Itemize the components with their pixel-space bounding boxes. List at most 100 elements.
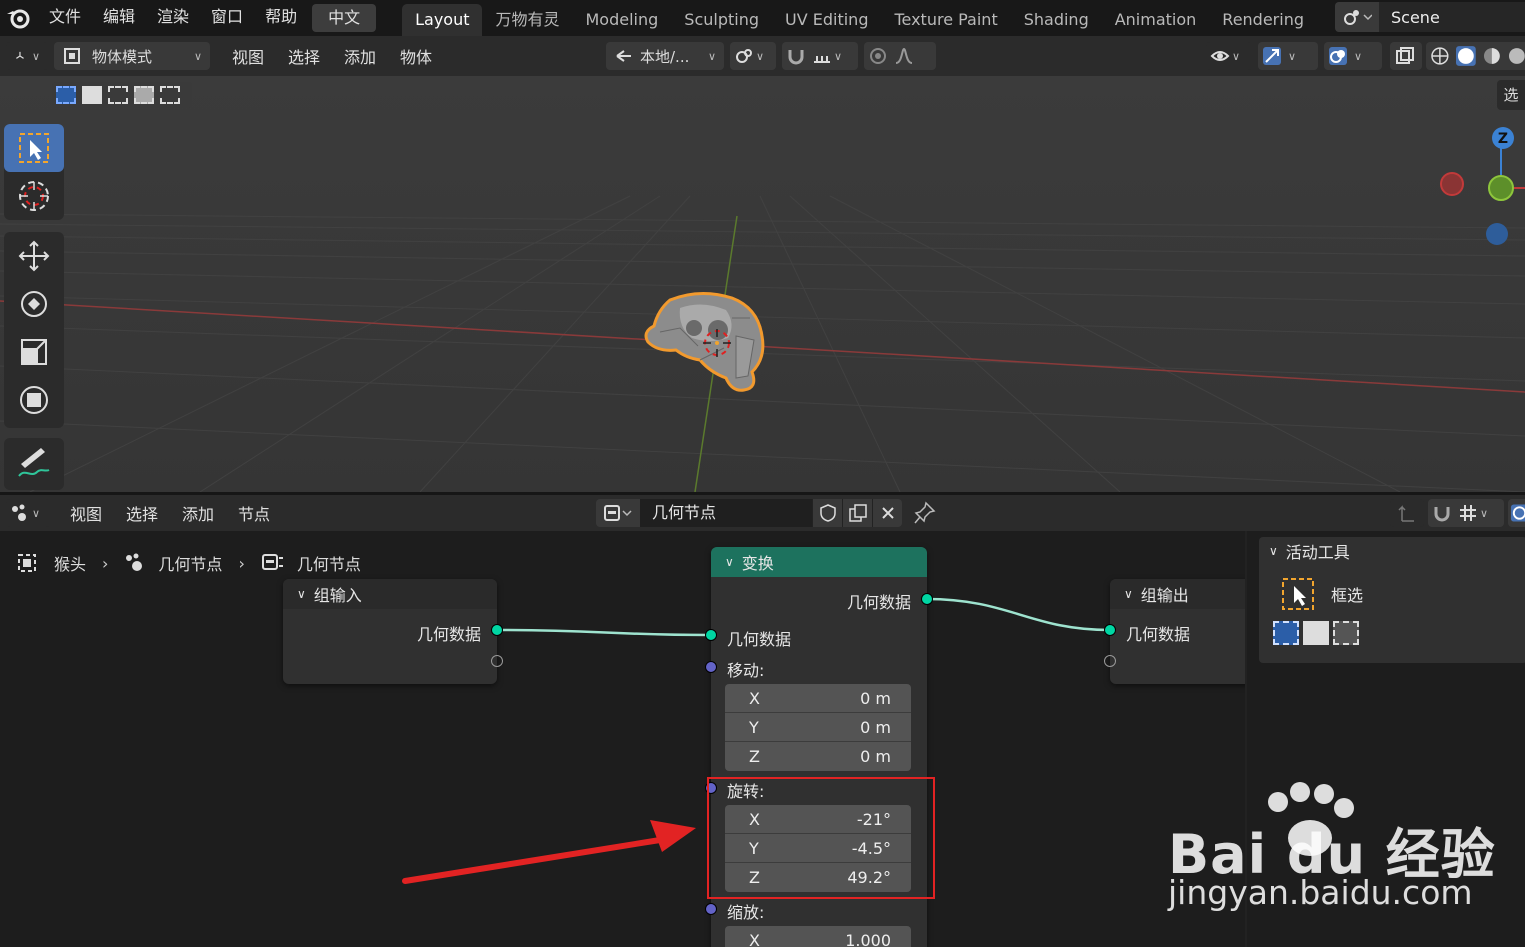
blender-logo-icon[interactable] [4,4,32,32]
xray-toggle[interactable] [1390,42,1422,70]
axis-y-icon[interactable] [1488,175,1514,201]
tab-modeling[interactable]: Modeling [573,4,672,36]
tool-rotate[interactable] [4,280,64,328]
translation-socket[interactable] [705,661,717,673]
overlay-icon [1510,504,1525,522]
menu-window[interactable]: 窗口 [200,0,254,36]
select-extend-icon[interactable] [82,86,102,104]
shading-modes[interactable] [1426,42,1525,70]
transform-header[interactable]: ∨ 变换 [711,547,927,577]
gizmo-toggle[interactable]: ∨ [1258,42,1318,70]
tool-move[interactable] [4,232,64,280]
group-input-node[interactable]: ∨ 组输入 几何数据 [283,579,503,684]
parent-node-tree-button[interactable] [1390,499,1424,527]
group-output-empty-socket[interactable] [1104,655,1116,667]
link-input-to-transform[interactable] [496,628,712,637]
translation-z-field[interactable]: Z 0 m [725,742,911,771]
chevron-down-icon: ∨ [31,49,40,63]
menu-object[interactable]: 物体 [388,44,444,68]
transform-output-geometry-socket[interactable] [921,593,933,605]
tab-uv-editing[interactable]: UV Editing [772,4,881,36]
node-menu-view[interactable]: 视图 [58,501,114,525]
tool-scale[interactable] [4,328,64,376]
select-new-icon[interactable] [56,86,76,104]
link-transform-to-output[interactable] [925,597,1111,632]
scale-socket[interactable] [705,903,717,915]
tab-texture-paint[interactable]: Texture Paint [881,4,1010,36]
menu-add[interactable]: 添加 [332,44,388,68]
tab-shading[interactable]: Shading [1011,4,1102,36]
menu-view[interactable]: 视图 [220,44,276,68]
group-input-header[interactable]: ∨ 组输入 [283,579,497,609]
editor-type-button[interactable]: ∨ [6,42,48,70]
wireframe-shading-icon[interactable] [1430,46,1450,66]
translation-x-field[interactable]: X 0 m [725,684,911,713]
group-input-geometry-socket[interactable] [491,624,503,636]
scene-icon[interactable] [1335,2,1379,32]
node-tree-name-input[interactable]: 几何节点 [640,499,812,527]
select-subtract-icon[interactable] [108,86,128,104]
node-overlay-toggle[interactable] [1508,499,1525,527]
menu-file[interactable]: 文件 [38,0,92,36]
solid-shading-icon[interactable] [1455,46,1476,66]
fake-user-button[interactable] [812,499,842,527]
duplicate-tree-button[interactable] [842,499,872,527]
node-editor-type-button[interactable]: ∨ [6,499,50,527]
tab-rendering[interactable]: Rendering [1209,4,1317,36]
node-tree-browse-button[interactable] [596,499,640,527]
transform-orientation-dropdown[interactable]: 本地/... ∨ [606,42,724,70]
scale-x-field[interactable]: X 1.000 [725,926,911,947]
select-intersect-icon[interactable] [160,86,180,104]
tab-layout[interactable]: Layout [402,4,483,36]
translation-y-field[interactable]: Y 0 m [725,713,911,742]
group-output-header[interactable]: ∨ 组输出 [1110,579,1245,609]
tab-sculpting[interactable]: Sculpting [671,4,772,36]
pivot-dropdown[interactable]: ∨ [730,42,776,70]
select-invert-icon[interactable] [134,86,154,104]
node-menu-select[interactable]: 选择 [114,501,170,525]
tab-animation[interactable]: Animation [1102,4,1210,36]
node-snap-toggle[interactable]: ∨ [1428,499,1504,527]
proportional-edit-toggle[interactable] [864,42,936,70]
axis-neg-z-icon[interactable] [1486,223,1508,245]
group-input-empty-socket[interactable] [491,655,503,667]
collapse-chevron-icon[interactable]: ∨ [1269,544,1278,558]
group-output-node[interactable]: ∨ 组输出 几何数据 [1104,579,1245,684]
navigation-gizmo[interactable]: Z [1425,116,1525,256]
language-toggle[interactable]: 中文 [312,4,377,32]
3d-viewport[interactable]: Z 选 [0,76,1525,492]
overlay-toggle[interactable]: ∨ [1324,42,1382,70]
node-editor-canvas[interactable]: 猴头 › 几何节点 › 几何节点 ∨ 组输入 几何数据 ∨ 变换 几何数据 几何… [0,531,1245,947]
material-shading-icon[interactable] [1482,46,1502,66]
tool-cursor[interactable] [4,172,64,220]
node-menu-add[interactable]: 添加 [170,501,226,525]
select-extend-icon[interactable] [1303,621,1329,645]
rendered-shading-icon[interactable] [1507,46,1525,66]
menu-render[interactable]: 渲染 [146,0,200,36]
unlink-tree-button[interactable] [872,499,902,527]
collapse-chevron-icon[interactable]: ∨ [1124,587,1133,601]
select-new-icon[interactable] [1273,621,1299,645]
collapse-chevron-icon[interactable]: ∨ [725,555,734,569]
snap-toggle[interactable]: ∨ [782,42,858,70]
mode-dropdown[interactable]: 物体模式 ∨ [54,42,210,70]
tool-annotate[interactable] [4,438,64,486]
scene-selector[interactable]: Scene [1335,2,1525,32]
sidebar-tab-select[interactable]: 选 [1497,80,1525,110]
pin-icon[interactable] [914,501,936,525]
menu-edit[interactable]: 编辑 [92,0,146,36]
axis-neg-x-icon[interactable] [1440,172,1464,196]
active-tool-row[interactable]: 框选 [1259,577,1525,611]
tab-wanwu[interactable]: 万物有灵 [482,4,572,36]
node-menu-node[interactable]: 节点 [226,501,282,525]
tool-transform[interactable] [4,376,64,424]
tool-select-box[interactable] [4,124,64,172]
menu-select[interactable]: 选择 [276,44,332,68]
select-subtract-icon[interactable] [1333,621,1359,645]
menu-help[interactable]: 帮助 [254,0,308,36]
visibility-dropdown[interactable]: ∨ [1206,42,1252,70]
group-output-geometry-socket[interactable] [1104,624,1116,636]
collapse-chevron-icon[interactable]: ∨ [297,587,306,601]
transform-input-geometry-socket[interactable] [705,629,717,641]
active-tool-panel-header[interactable]: ∨ 活动工具 [1259,537,1525,565]
